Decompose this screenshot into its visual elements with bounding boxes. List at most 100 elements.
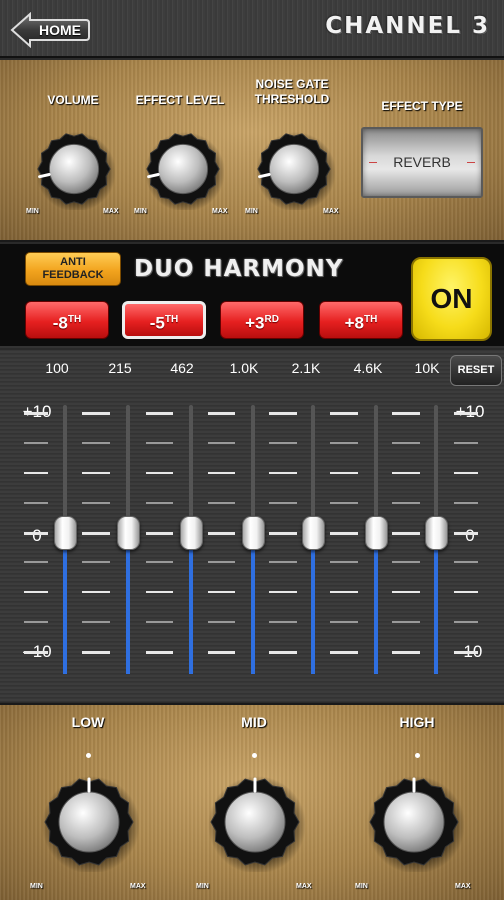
volume-knob[interactable] xyxy=(33,128,115,210)
eq-slider-thumb[interactable] xyxy=(424,515,448,550)
anti-feedback-line2: FEEDBACK xyxy=(42,269,104,281)
scale-dash xyxy=(269,531,297,535)
eq-slider-fill xyxy=(189,532,193,674)
interval-button-plus-3rd[interactable]: +3RD xyxy=(220,301,304,339)
knob-cap xyxy=(58,791,120,853)
anti-feedback-line1: ANTI xyxy=(60,256,86,268)
eq-reset-button[interactable]: RESET xyxy=(450,355,502,386)
channel-title: CHANNEL 3 xyxy=(325,13,490,39)
interval-value: -8 xyxy=(52,313,68,333)
mid-min-label: MIN xyxy=(196,883,209,890)
volume-max-label: MAX xyxy=(103,208,119,215)
scale-dash-minor xyxy=(454,561,478,564)
eq-slider-fill xyxy=(434,532,438,674)
low-min-label: MIN xyxy=(30,883,43,890)
scale-dash-minor xyxy=(392,441,420,444)
scale-left-mid: 0 xyxy=(32,526,42,545)
high-max-label: MAX xyxy=(455,883,471,890)
scale-dash-minor xyxy=(82,441,110,444)
scale-dash-minor xyxy=(269,441,297,444)
eq-slider-thumb[interactable] xyxy=(364,515,388,550)
low-knob[interactable] xyxy=(39,772,139,872)
interval-button-minus-8th[interactable]: -8TH xyxy=(25,301,109,339)
eq-slider-fill xyxy=(63,532,67,674)
freq-label-4-6k: 4.6K xyxy=(353,360,383,376)
scale-dash xyxy=(330,531,358,535)
knob-cap xyxy=(268,143,320,195)
scale-dash-minor xyxy=(454,501,478,504)
effect-type-label: EFFECT TYPE xyxy=(381,99,463,113)
mid-knob[interactable] xyxy=(205,772,305,872)
interval-button-plus-8th[interactable]: +8TH xyxy=(319,301,403,339)
scale-dash xyxy=(82,591,110,594)
effect-type-selector[interactable]: REVERB xyxy=(361,127,483,198)
scale-dash-minor xyxy=(330,561,358,564)
scale-dash xyxy=(269,651,297,654)
scale-dash-minor xyxy=(330,441,358,444)
low-max-label: MAX xyxy=(130,883,146,890)
scale-dash xyxy=(454,471,478,474)
interval-button-minus-5th[interactable]: -5TH xyxy=(122,301,206,339)
scale-dash xyxy=(82,471,110,474)
scale-dash-minor xyxy=(454,621,478,624)
scale-dash xyxy=(82,412,110,415)
scale-dash xyxy=(454,651,478,654)
graphic-eq-panel: 100 215 462 1.0K 2.1K 4.6K 10K RESET +10… xyxy=(0,350,504,702)
noise-gate-knob[interactable] xyxy=(253,128,335,210)
scale-dash xyxy=(146,412,173,415)
scale-dash xyxy=(208,591,235,594)
volume-min-label: MIN xyxy=(26,208,39,215)
interval-value: -5 xyxy=(149,313,165,333)
scale-dash xyxy=(24,531,48,535)
effect-level-knob[interactable] xyxy=(142,128,224,210)
eq-slider-fill xyxy=(311,532,315,674)
scale-dash xyxy=(146,531,173,535)
harmony-title: DUO HARMONY xyxy=(134,256,344,282)
eq-slider-thumb[interactable] xyxy=(116,515,140,550)
anti-feedback-button[interactable]: ANTI FEEDBACK xyxy=(25,252,121,286)
effect-level-max-label: MAX xyxy=(212,208,228,215)
scale-dash xyxy=(208,412,235,415)
scale-dash-minor xyxy=(269,621,297,624)
scale-dash-minor xyxy=(82,621,110,624)
scale-dash-minor xyxy=(208,441,235,444)
noise-gate-max-label: MAX xyxy=(323,208,339,215)
scale-dash xyxy=(330,591,358,594)
eq-slider-fill xyxy=(374,532,378,674)
scale-dash xyxy=(146,591,173,594)
freq-label-100: 100 xyxy=(45,360,69,376)
interval-suffix: TH xyxy=(364,314,378,325)
scale-dash xyxy=(269,591,297,594)
volume-label: VOLUME xyxy=(47,93,99,107)
scale-dash-minor xyxy=(24,621,48,624)
freq-label-215: 215 xyxy=(108,360,132,376)
noise-gate-label-line1: NOISE GATE xyxy=(255,77,329,91)
scale-dash-minor xyxy=(208,501,235,504)
high-knob[interactable] xyxy=(364,772,464,872)
scale-dash xyxy=(146,651,173,654)
scale-dash-minor xyxy=(82,501,110,504)
scale-dash xyxy=(269,471,297,474)
header-bar: HOME CHANNEL 3 xyxy=(0,0,504,58)
noise-gate-label: NOISE GATE THRESHOLD xyxy=(240,77,344,107)
eq-slider-thumb[interactable] xyxy=(301,515,325,550)
low-center-dot xyxy=(86,753,91,758)
home-button[interactable]: HOME xyxy=(10,12,90,48)
eq-slider-thumb[interactable] xyxy=(241,515,265,550)
freq-label-462: 462 xyxy=(170,360,194,376)
harmony-on-button[interactable]: ON xyxy=(411,257,492,341)
scale-dash xyxy=(392,531,420,535)
eq-slider-fill xyxy=(251,532,255,674)
effect-level-label: EFFECT LEVEL xyxy=(135,93,225,107)
noise-gate-min-label: MIN xyxy=(245,208,258,215)
scale-dash-minor xyxy=(24,441,48,444)
eq-slider-thumb[interactable] xyxy=(53,515,77,550)
scale-dash-minor xyxy=(330,621,358,624)
scale-dash xyxy=(208,531,235,535)
mid-center-dot xyxy=(252,753,257,758)
scale-dash xyxy=(330,651,358,654)
scale-dash-minor xyxy=(392,501,420,504)
knob-cap xyxy=(48,143,100,195)
eq-slider-thumb[interactable] xyxy=(179,515,203,550)
mid-label: MID xyxy=(241,714,267,730)
